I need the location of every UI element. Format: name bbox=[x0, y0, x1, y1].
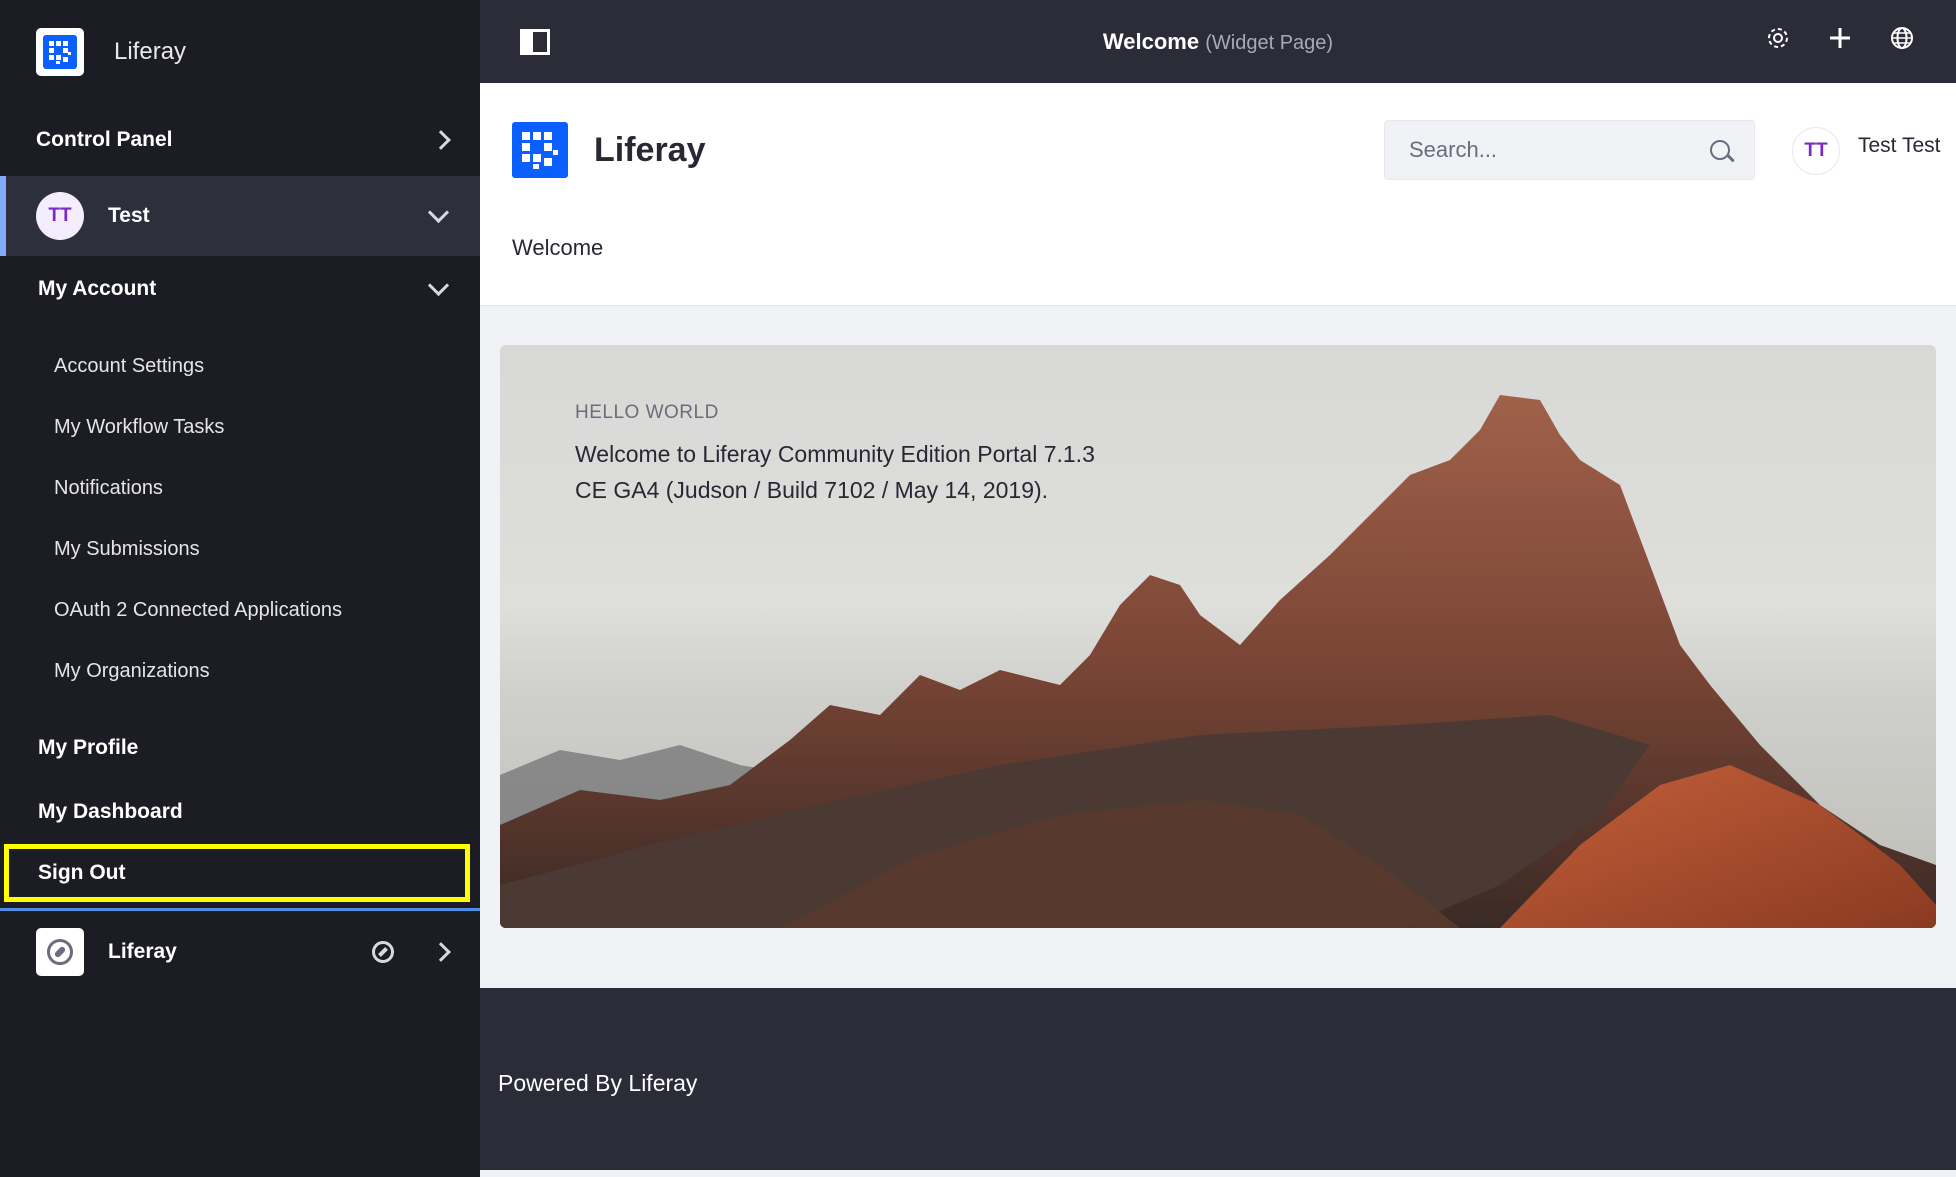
user-name: Test bbox=[108, 204, 150, 227]
site-footer: Powered By Liferay bbox=[480, 988, 1956, 1170]
site-selector[interactable]: Liferay bbox=[0, 912, 480, 992]
product-menu-sidebar: Liferay Control Panel TT Test My Account… bbox=[0, 0, 480, 1177]
user-avatar: TT bbox=[36, 192, 84, 240]
plus-icon[interactable] bbox=[1826, 24, 1854, 52]
site-name: Liferay bbox=[108, 940, 177, 963]
gear-icon[interactable] bbox=[1764, 24, 1792, 52]
user-menu-toggle[interactable]: TT Test bbox=[0, 176, 480, 256]
site-logo bbox=[36, 928, 84, 976]
user-personal-bar[interactable]: TT Test Test bbox=[1792, 127, 1940, 175]
liferay-logo-icon bbox=[43, 35, 77, 69]
control-menu: Welcome (Widget Page) bbox=[480, 0, 1956, 83]
powered-by-link[interactable]: Powered By Liferay bbox=[498, 1070, 697, 1097]
sidebar-item-account-settings[interactable]: Account Settings bbox=[0, 336, 480, 397]
liferay-logo[interactable] bbox=[36, 28, 84, 76]
my-profile-link[interactable]: My Profile bbox=[0, 716, 480, 780]
search-placeholder: Search... bbox=[1409, 137, 1498, 162]
page-title-name: Welcome bbox=[1102, 29, 1200, 54]
search-input[interactable]: Search... bbox=[1384, 120, 1755, 180]
control-panel-item[interactable]: Control Panel bbox=[0, 104, 480, 176]
sidebar-header: Liferay bbox=[0, 0, 480, 104]
brand[interactable]: Liferay bbox=[512, 122, 706, 178]
user-avatar: TT bbox=[1792, 127, 1840, 175]
sidebar-divider bbox=[0, 908, 480, 911]
sidebar-item-notifications[interactable]: Notifications bbox=[0, 458, 480, 519]
footer-bottom-strip bbox=[480, 1170, 1956, 1177]
sidebar-item-my-submissions[interactable]: My Submissions bbox=[0, 519, 480, 580]
user-full-name: Test Test bbox=[1858, 134, 1941, 157]
search-icon[interactable] bbox=[1710, 140, 1730, 160]
globe-icon[interactable] bbox=[1888, 24, 1916, 52]
control-panel-label: Control Panel bbox=[36, 128, 173, 151]
my-account-label: My Account bbox=[38, 277, 157, 300]
my-account-toggle[interactable]: My Account bbox=[0, 256, 480, 322]
chevron-right-icon bbox=[431, 130, 451, 150]
page-title: Welcome (Widget Page) bbox=[480, 29, 1956, 55]
page-type-label: (Widget Page) bbox=[1205, 32, 1334, 54]
sidebar-item-oauth2-apps[interactable]: OAuth 2 Connected Applications bbox=[0, 580, 480, 641]
hero-lead: Welcome to Liferay Community Edition Por… bbox=[575, 441, 1095, 503]
chevron-down-icon bbox=[427, 274, 450, 296]
liferay-logo-icon bbox=[512, 122, 568, 178]
my-dashboard-link[interactable]: My Dashboard bbox=[0, 780, 480, 844]
chevron-right-icon[interactable] bbox=[431, 942, 451, 962]
hero-eyebrow: HELLO WORLD bbox=[575, 402, 719, 423]
nav-item-welcome[interactable]: Welcome bbox=[512, 235, 603, 261]
sidebar-item-my-organizations[interactable]: My Organizations bbox=[0, 641, 480, 702]
brand-name: Liferay bbox=[594, 130, 706, 169]
sidebar-app-title: Liferay bbox=[114, 38, 187, 65]
site-header: Liferay Search... TT Test Test Welcome bbox=[480, 83, 1956, 306]
hero-banner: HELLO WORLD Welcome to Liferay Community… bbox=[500, 345, 1936, 928]
site-navigator-icon[interactable] bbox=[372, 941, 394, 963]
compass-icon bbox=[47, 939, 73, 965]
sign-out-link[interactable]: Sign Out bbox=[4, 844, 470, 902]
sidebar-item-my-workflow-tasks[interactable]: My Workflow Tasks bbox=[0, 397, 480, 458]
my-account-submenu: Account Settings My Workflow Tasks Notif… bbox=[0, 322, 480, 702]
chevron-down-icon bbox=[427, 201, 450, 223]
